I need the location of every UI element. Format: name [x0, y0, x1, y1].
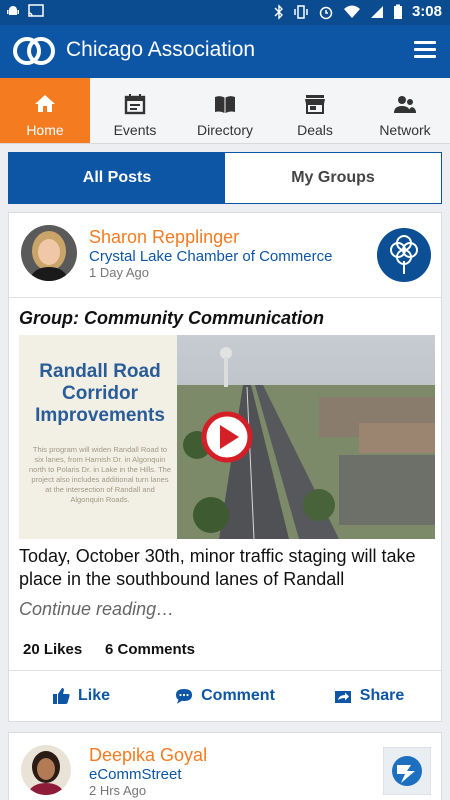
book-icon — [215, 96, 235, 113]
main-nav: Home Events Directory Deals Network — [0, 78, 450, 144]
video-body-text: This program will widen Randall Road to … — [29, 445, 172, 504]
tab-network[interactable]: Network — [360, 78, 450, 143]
status-bar: 3:08 — [0, 0, 450, 25]
hamburger-line — [414, 55, 436, 58]
post-timestamp: 1 Day Ago — [89, 265, 149, 280]
author-name[interactable]: Deepika Goyal — [89, 745, 207, 766]
video-heading-line: Randall Road — [39, 361, 161, 382]
likes-count[interactable]: 20 Likes — [23, 641, 82, 658]
vibrate-icon — [294, 4, 308, 19]
continue-reading-link[interactable]: Continue reading… — [19, 599, 174, 620]
like-label: Like — [77, 687, 110, 704]
people-icon — [394, 96, 416, 113]
all-posts-tab[interactable]: All Posts — [9, 153, 225, 203]
video-heading: Randall Road Corridor Improvements — [25, 361, 175, 427]
post-timestamp: 2 Hrs Ago — [89, 783, 147, 798]
post-group[interactable]: Group: Community Communication — [19, 308, 324, 329]
tab-label: Directory — [196, 122, 253, 138]
my-groups-tab[interactable]: My Groups — [225, 153, 441, 203]
author-name[interactable]: Sharon Repplinger — [89, 227, 239, 248]
video-heading-line: Corridor — [62, 383, 138, 404]
association-logo — [13, 37, 55, 65]
feed-segment-control: All Posts My Groups — [8, 152, 442, 204]
hamburger-icon — [414, 41, 436, 44]
post-card: Deepika Goyal eCommStreet 2 Hrs Ago — [8, 732, 442, 800]
app-bar: Chicago Association — [0, 25, 450, 78]
calendar-icon — [124, 94, 146, 115]
tab-label: Home — [26, 122, 64, 138]
author-avatar[interactable] — [21, 225, 77, 281]
author-organization[interactable]: eCommStreet — [89, 766, 182, 783]
tab-directory[interactable]: Directory — [180, 78, 270, 143]
android-icon — [7, 6, 19, 15]
tab-deals[interactable]: Deals — [270, 78, 360, 143]
tab-events[interactable]: Events — [90, 78, 180, 143]
clock: 3:08 — [411, 3, 442, 20]
menu-button[interactable] — [414, 41, 436, 59]
play-icon[interactable] — [201, 411, 253, 463]
hamburger-line — [414, 48, 436, 51]
thumbs-up-icon — [52, 688, 70, 704]
organization-logo[interactable] — [383, 747, 431, 795]
avatar-photo — [21, 225, 77, 281]
share-button[interactable]: Share — [297, 687, 441, 705]
avatar-photo — [21, 745, 71, 795]
tab-label: Events — [113, 122, 157, 138]
divider — [9, 297, 441, 298]
store-icon — [305, 95, 325, 114]
alarm-icon — [319, 6, 333, 19]
comment-label: Comment — [201, 687, 275, 704]
tab-home[interactable]: Home — [0, 78, 90, 143]
comment-button[interactable]: Comment — [153, 687, 297, 705]
bluetooth-icon — [274, 3, 283, 20]
wifi-icon — [343, 5, 360, 18]
author-organization[interactable]: Crystal Lake Chamber of Commerce — [89, 248, 332, 265]
like-button[interactable]: Like — [9, 687, 153, 705]
signal-icon — [370, 5, 383, 18]
video-heading-line: Improvements — [35, 405, 165, 426]
app-title: Chicago Association — [66, 38, 256, 61]
post-actions: Like Comment Share — [9, 671, 441, 721]
comment-icon — [176, 689, 193, 704]
tab-label: Network — [379, 122, 431, 138]
post-card: Sharon Repplinger Crystal Lake Chamber o… — [8, 212, 442, 722]
author-avatar[interactable] — [21, 745, 71, 795]
battery-icon — [393, 4, 402, 19]
post-body-text: Today, October 30th, minor traffic stagi… — [19, 546, 416, 589]
cast-icon — [28, 4, 44, 17]
comments-count[interactable]: 6 Comments — [105, 641, 195, 658]
organization-logo[interactable] — [377, 228, 431, 282]
post-video[interactable]: Randall Road Corridor Improvements This … — [19, 335, 435, 539]
share-icon — [334, 691, 351, 703]
share-label: Share — [359, 687, 405, 704]
tab-label: Deals — [297, 122, 333, 138]
home-icon — [35, 95, 55, 112]
